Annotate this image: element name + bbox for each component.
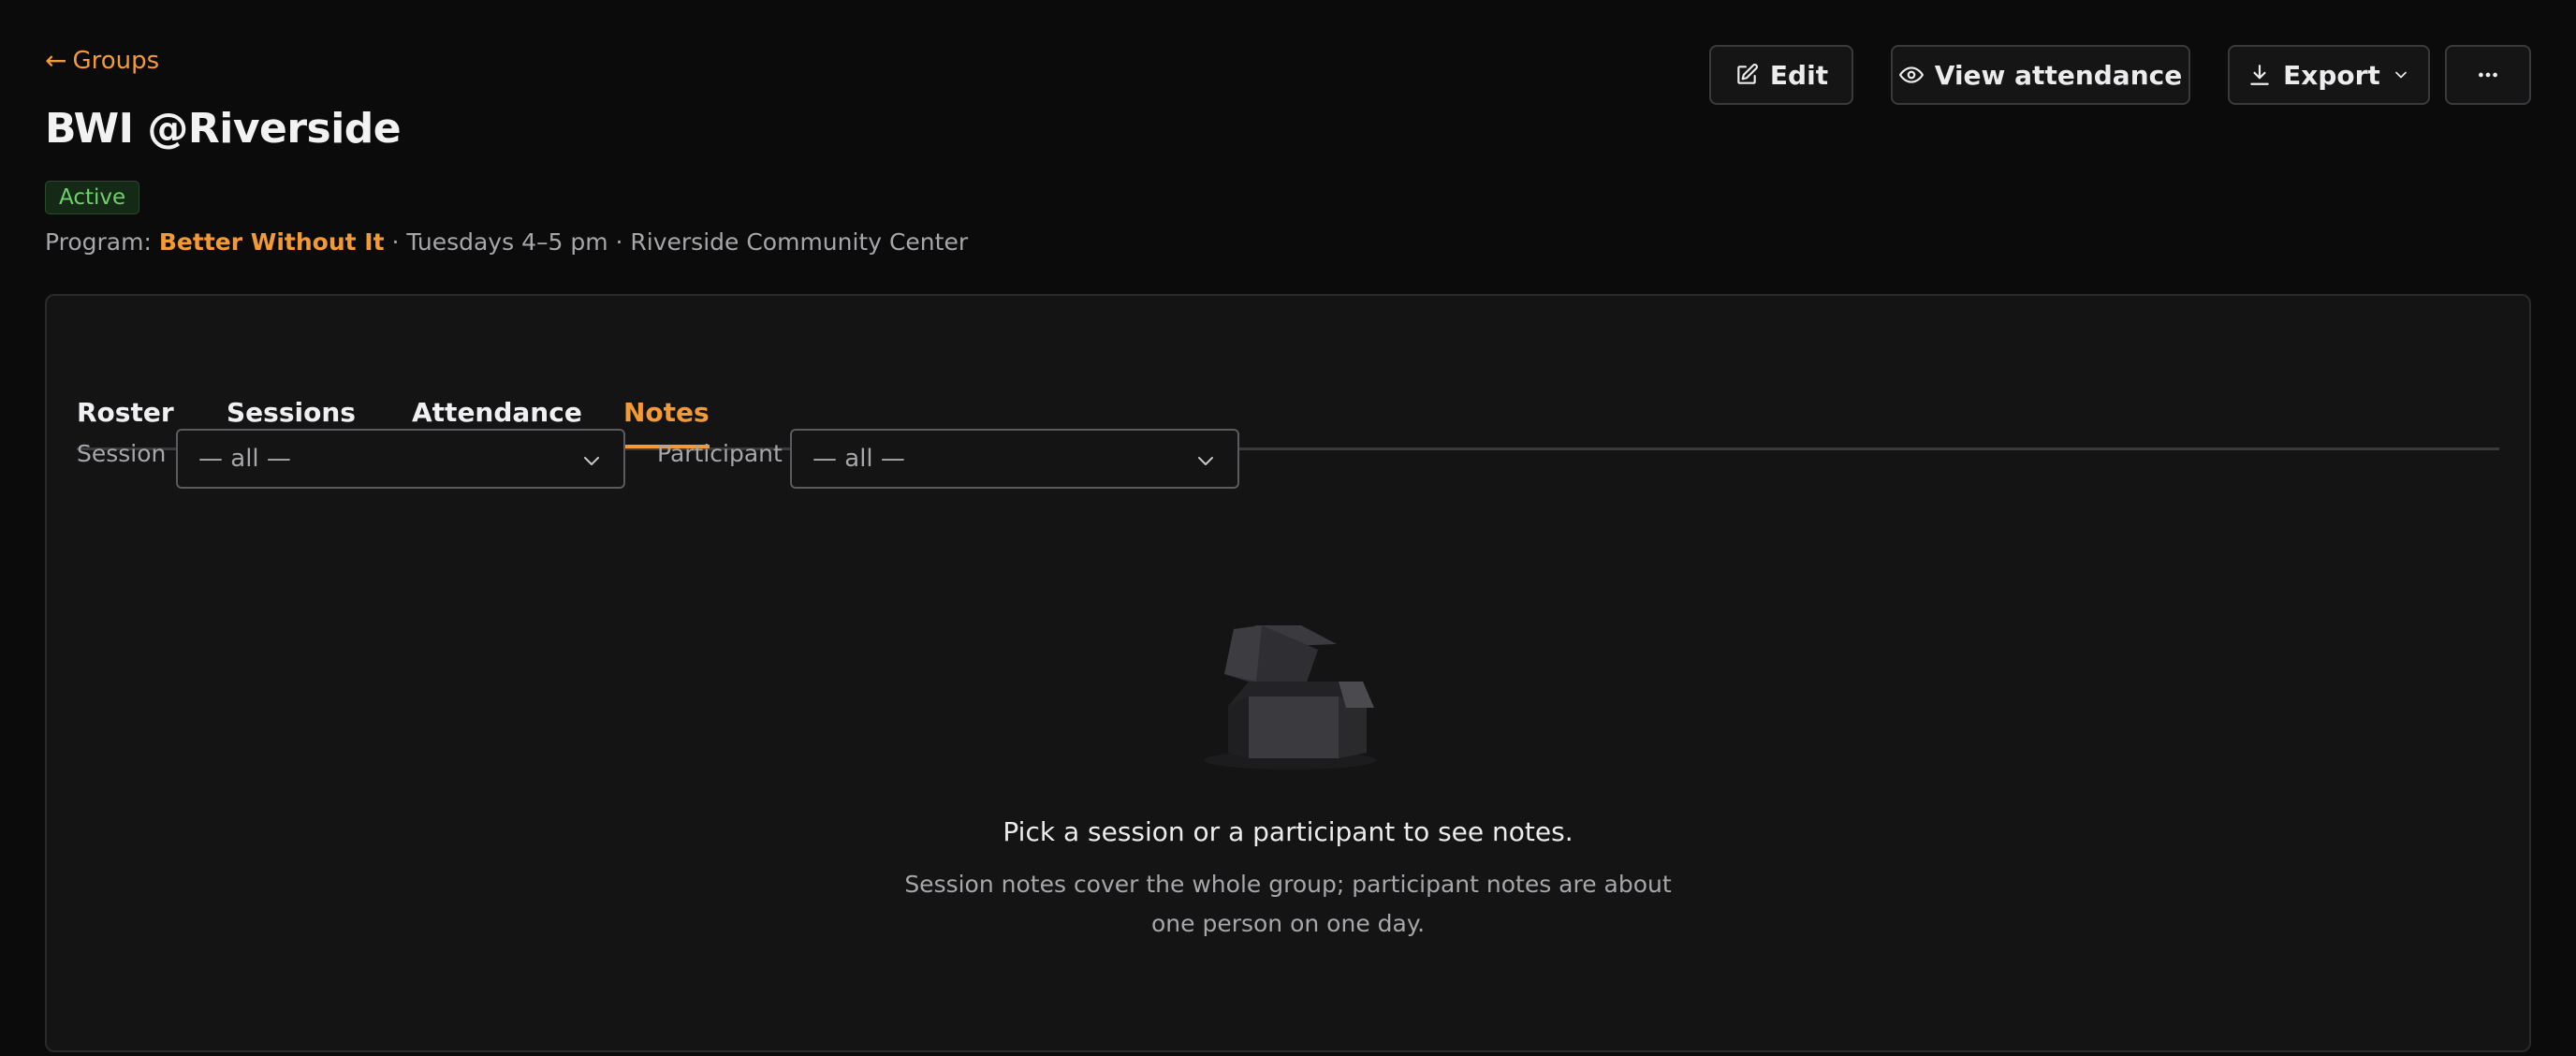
edit-button[interactable]: Edit [1709,45,1853,105]
empty-state-title: Pick a session or a participant to see n… [1003,816,1573,847]
schedule-location: · Tuesdays 4–5 pm · Riverside Community … [391,228,969,256]
page-title: BWI @Riverside [45,105,402,153]
chevron-down-icon [1198,457,1213,465]
chevron-down-icon [2394,71,2407,79]
program-prefix: Program: [45,228,152,256]
group-meta-line: Program: Better Without It · Tuesdays 4–… [45,228,968,256]
group-detail-card: Roster Sessions Attendance Notes Session… [45,294,2531,1052]
open-box-icon [1204,625,1376,770]
export-button-label: Export [2283,59,2380,91]
export-button[interactable]: Export [2228,45,2430,105]
download-icon [2250,65,2269,85]
more-actions-button[interactable] [2445,45,2531,105]
back-to-groups-link[interactable]: ← Groups [45,47,159,75]
status-badge: Active [45,181,140,214]
more-horizontal-icon [2479,72,2497,78]
tab-roster[interactable]: Roster [77,397,174,445]
view-attendance-label: View attendance [1934,59,2183,91]
session-filter-label: Session [77,440,167,467]
edit-icon [1737,64,1758,84]
chevron-down-icon [584,457,599,465]
empty-state-subtitle: Session notes cover the whole group; par… [904,871,1672,937]
session-select[interactable]: — all — [176,429,625,489]
program-name-link[interactable]: Better Without It [159,228,385,256]
session-select-value: — all — [198,445,291,473]
eye-icon [1898,66,1924,83]
participant-select-value: — all — [812,445,905,473]
participant-select[interactable]: — all — [790,429,1239,489]
back-link-label: Groups [72,47,160,75]
group-detail-page: ← Groups BWI @Riverside Active Program: … [0,0,2576,1056]
view-attendance-button[interactable]: View attendance [1891,45,2190,105]
participant-filter-label: Participant [657,440,783,467]
arrow-left-icon: ← [45,45,67,76]
edit-button-label: Edit [1769,59,1829,91]
